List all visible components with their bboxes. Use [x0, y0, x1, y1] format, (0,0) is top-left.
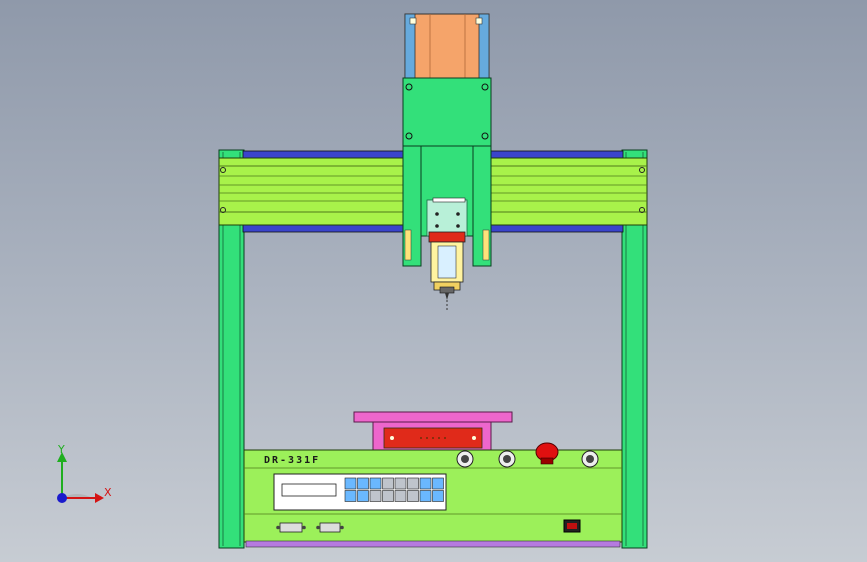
keypad-key[interactable]	[432, 477, 444, 490]
keypad-key[interactable]	[394, 477, 407, 490]
coordinate-triad-icon: Y X	[57, 443, 112, 503]
nozzle-icon	[445, 293, 449, 300]
keypad-key[interactable]	[369, 477, 382, 490]
x-axis-label: X	[104, 486, 112, 499]
keypad-key[interactable]	[382, 477, 394, 490]
keypad-key[interactable]	[394, 490, 407, 502]
cad-viewport[interactable]: DR-331F Y X	[0, 0, 867, 562]
selector-switch-icon[interactable]	[498, 450, 516, 468]
y-axis-label: Y	[57, 443, 65, 456]
keypad-key[interactable]	[357, 477, 369, 490]
db-connector-icon[interactable]	[276, 522, 306, 533]
keypad-key[interactable]	[407, 477, 419, 490]
keypad-key[interactable]	[432, 490, 444, 502]
z-motor	[404, 13, 490, 79]
keypad-key[interactable]	[382, 490, 394, 502]
keypad-key[interactable]	[357, 490, 369, 502]
dispenser-model: DR-331F Y X	[57, 13, 648, 549]
keypad-key[interactable]	[369, 490, 382, 502]
lcd-display	[281, 483, 337, 497]
keypad-key[interactable]	[344, 477, 357, 490]
selector-switch-icon[interactable]	[581, 450, 599, 468]
keypad-key[interactable]	[419, 490, 432, 502]
keypad-key[interactable]	[344, 490, 357, 502]
work-table	[353, 411, 513, 451]
db-connector-icon[interactable]	[316, 522, 344, 533]
keypad-key[interactable]	[407, 490, 419, 502]
selector-switch-icon[interactable]	[456, 450, 474, 468]
control-panel	[273, 473, 447, 511]
power-switch-icon[interactable]	[563, 519, 581, 533]
model-label: DR-331F	[264, 455, 320, 466]
dispense-head	[428, 231, 466, 312]
keypad-key[interactable]	[419, 477, 432, 490]
